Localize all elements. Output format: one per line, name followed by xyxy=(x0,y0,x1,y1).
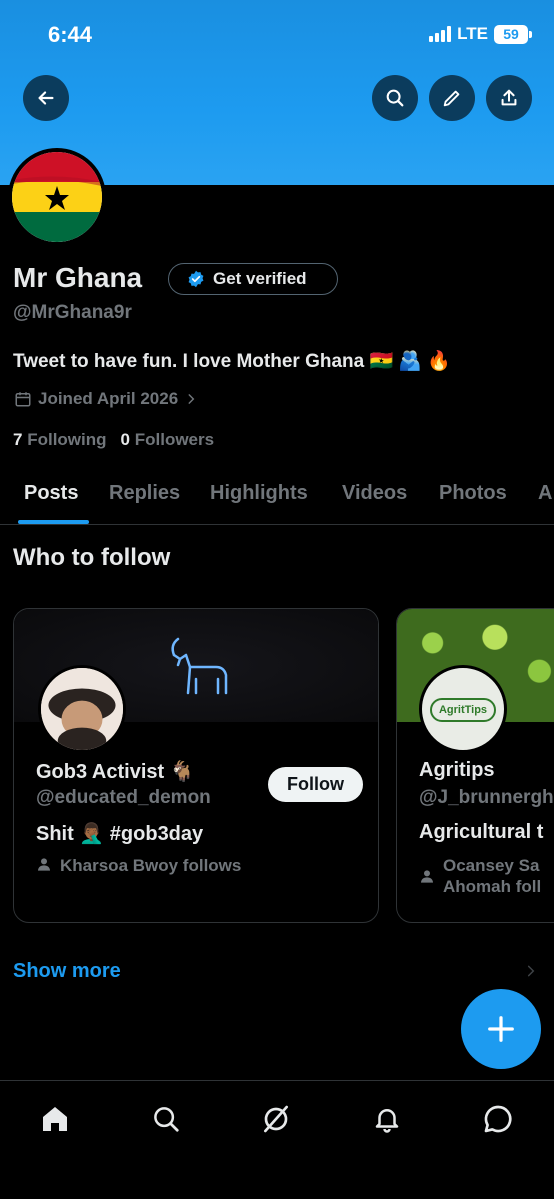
card-handle: @J_brunnergh xyxy=(419,787,554,808)
nav-messages[interactable] xyxy=(478,1099,518,1139)
share-icon xyxy=(501,89,517,106)
followers-count: 0 xyxy=(120,430,130,449)
signal-icon xyxy=(429,26,452,42)
follow-stats: 7 Following 0 Followers xyxy=(13,430,214,450)
joined-date-row[interactable]: Joined April 2026 xyxy=(14,389,198,409)
search-button[interactable] xyxy=(372,75,418,121)
following-link[interactable]: 7 Following xyxy=(13,430,107,450)
following-label: Following xyxy=(27,430,107,449)
suggestion-card[interactable]: Gob3 Activist 🐐 @educated_demon Follow S… xyxy=(13,608,379,923)
tab-highlights[interactable]: Highlights xyxy=(210,482,308,505)
social-context-line2: Ahomah foll xyxy=(443,877,542,896)
verified-badge-icon xyxy=(188,270,204,288)
profile-tabs: Posts Replies Highlights Videos Photos A xyxy=(0,468,554,525)
profile-bio: Tweet to have fun. I love Mother Ghana 🇬… xyxy=(13,351,452,372)
profile-avatar[interactable] xyxy=(8,148,106,246)
card-name[interactable]: Agritips xyxy=(419,759,495,782)
search-icon xyxy=(386,89,404,107)
chevron-right-icon xyxy=(188,394,195,404)
back-button[interactable] xyxy=(23,75,69,121)
following-count: 7 xyxy=(13,430,23,449)
who-to-follow-title: Who to follow xyxy=(13,544,171,571)
card-social-context: Ocansey Sa Ahomah foll xyxy=(419,855,541,897)
follow-button[interactable]: Follow xyxy=(268,767,363,802)
card-avatar[interactable] xyxy=(38,665,126,753)
search-icon xyxy=(154,1107,179,1132)
tab-photos[interactable]: Photos xyxy=(439,482,507,505)
get-verified-label: Get verified xyxy=(213,269,307,288)
card-name[interactable]: Gob3 Activist 🐐 xyxy=(36,759,195,784)
profile-name: Mr Ghana xyxy=(13,262,143,293)
joined-date: Joined April 2026 xyxy=(38,389,179,408)
followers-link[interactable]: 0 Followers xyxy=(121,430,215,450)
nav-grok[interactable] xyxy=(256,1099,296,1139)
status-indicators: LTE 59 xyxy=(429,24,532,44)
get-verified-button[interactable]: Get verified xyxy=(168,263,338,295)
battery-icon: 59 xyxy=(494,24,532,44)
nav-home[interactable] xyxy=(35,1099,75,1139)
status-time: 6:44 xyxy=(48,22,93,47)
share-button[interactable] xyxy=(486,75,532,121)
tab-articles[interactable]: A xyxy=(538,482,552,505)
calendar-icon xyxy=(15,392,31,407)
ghana-flag-image xyxy=(12,152,102,242)
followers-label: Followers xyxy=(134,430,215,449)
active-tab-indicator xyxy=(18,520,89,524)
card-handle: @educated_demon xyxy=(36,787,211,808)
person-icon xyxy=(38,858,50,871)
messages-icon xyxy=(484,1105,512,1133)
card-bio: Agricultural t xyxy=(419,821,544,843)
nav-search[interactable] xyxy=(146,1099,186,1139)
goat-icon xyxy=(171,637,228,695)
status-bar: 6:44 LTE 59 xyxy=(0,0,554,70)
bell-icon xyxy=(375,1109,399,1133)
card-avatar[interactable]: AgritTips xyxy=(419,665,507,753)
chevron-right-icon[interactable] xyxy=(524,962,538,980)
person-icon xyxy=(421,870,433,883)
edit-button[interactable] xyxy=(429,75,475,121)
social-context-line1: Ocansey Sa xyxy=(443,856,540,875)
show-more-link[interactable]: Show more xyxy=(13,960,121,983)
card-social-context: Kharsoa Bwoy follows xyxy=(36,855,241,876)
social-context-text: Kharsoa Bwoy follows xyxy=(60,856,242,875)
compose-post-button[interactable] xyxy=(461,989,541,1069)
arrow-left-icon xyxy=(38,91,54,105)
tab-replies[interactable]: Replies xyxy=(109,482,180,505)
home-icon xyxy=(43,1107,67,1131)
network-label: LTE xyxy=(457,24,488,43)
card-bio: Shit 🤦🏾‍♂️ #gob3day xyxy=(36,823,204,845)
profile-handle: @MrGhana9r xyxy=(13,302,132,323)
grok-icon xyxy=(264,1105,288,1133)
agritips-logo: AgritTips xyxy=(430,698,496,722)
cat-avatar-image xyxy=(41,668,123,750)
pencil-icon xyxy=(443,90,460,107)
suggestion-card[interactable]: AgritTips Agritips @J_brunnergh Agricult… xyxy=(396,608,554,923)
tab-videos[interactable]: Videos xyxy=(342,482,407,505)
nav-notifications[interactable] xyxy=(367,1099,407,1139)
tab-posts[interactable]: Posts xyxy=(24,482,78,505)
bottom-nav xyxy=(0,1080,554,1199)
plus-icon xyxy=(488,1016,514,1042)
